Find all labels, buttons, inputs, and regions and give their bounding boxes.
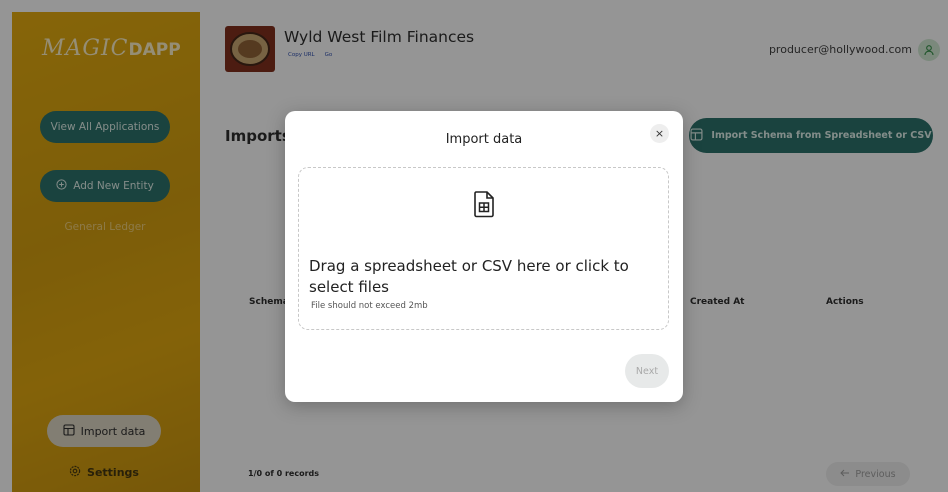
next-button[interactable]: Next — [625, 354, 669, 388]
import-data-modal: Import data × Drag a spreadsheet or CSV … — [285, 111, 683, 402]
file-size-hint: File should not exceed 2mb — [311, 301, 428, 311]
modal-title: Import data — [445, 132, 523, 147]
close-icon: × — [654, 127, 665, 140]
close-button[interactable]: × — [650, 124, 669, 143]
dropzone-instructions: Drag a spreadsheet or CSV here or click … — [309, 257, 629, 296]
file-dropzone[interactable]: Drag a spreadsheet or CSV here or click … — [298, 167, 669, 330]
next-label: Next — [635, 365, 659, 377]
spreadsheet-file-icon — [473, 190, 495, 218]
